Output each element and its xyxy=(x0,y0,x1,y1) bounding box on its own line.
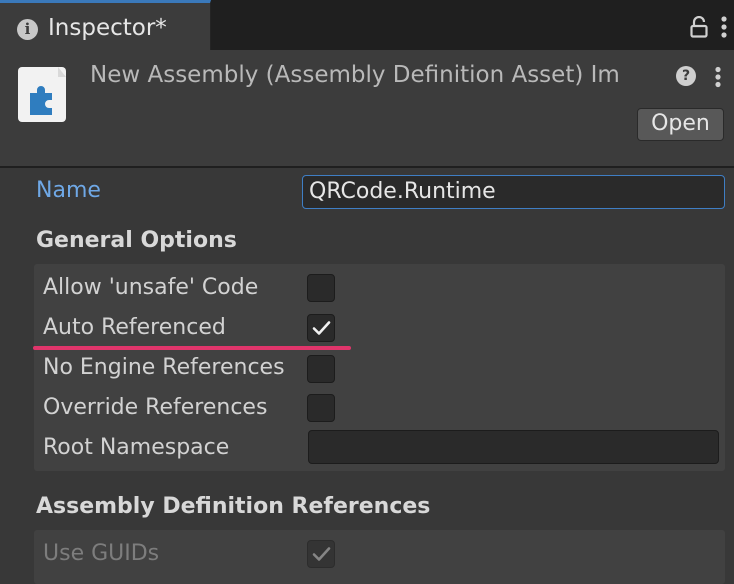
annotation-underline xyxy=(33,346,351,350)
root-namespace-label: Root Namespace xyxy=(43,435,230,460)
override-references-checkbox[interactable] xyxy=(307,394,335,422)
tab-menu-icon[interactable] xyxy=(719,14,729,40)
info-icon: i xyxy=(17,19,38,40)
no-engine-references-label: No Engine References xyxy=(43,355,285,380)
tab-title: Inspector* xyxy=(48,15,167,41)
override-references-label: Override References xyxy=(43,395,268,420)
allow-unsafe-code-label: Allow 'unsafe' Code xyxy=(43,275,259,300)
allow-unsafe-code-checkbox[interactable] xyxy=(307,274,335,302)
name-label: Name xyxy=(36,178,101,203)
auto-referenced-label: Auto Referenced xyxy=(43,315,226,340)
checkmark-icon xyxy=(312,547,331,561)
asset-title: New Assembly (Assembly Definition Asset)… xyxy=(90,62,620,88)
no-engine-references-checkbox[interactable] xyxy=(307,355,335,383)
puzzle-piece-icon xyxy=(18,67,66,122)
use-guids-checkbox[interactable] xyxy=(307,540,335,568)
root-namespace-input[interactable] xyxy=(308,430,719,464)
tab-inspector[interactable]: i Inspector* xyxy=(0,0,211,50)
lock-icon[interactable] xyxy=(690,16,708,38)
header-menu-icon[interactable] xyxy=(713,66,723,88)
use-guids-label: Use GUIDs xyxy=(43,541,160,566)
help-icon[interactable]: ? xyxy=(676,66,696,86)
assembly-definition-references-title: Assembly Definition References xyxy=(36,494,431,519)
general-options-title: General Options xyxy=(36,228,237,253)
name-input[interactable]: QRCode.Runtime xyxy=(302,175,725,209)
tab-bar: i Inspector* xyxy=(0,0,734,50)
checkmark-icon xyxy=(312,321,331,335)
auto-referenced-checkbox[interactable] xyxy=(307,314,335,342)
inspector-header: New Assembly (Assembly Definition Asset)… xyxy=(0,50,734,168)
open-button[interactable]: Open xyxy=(637,108,724,141)
